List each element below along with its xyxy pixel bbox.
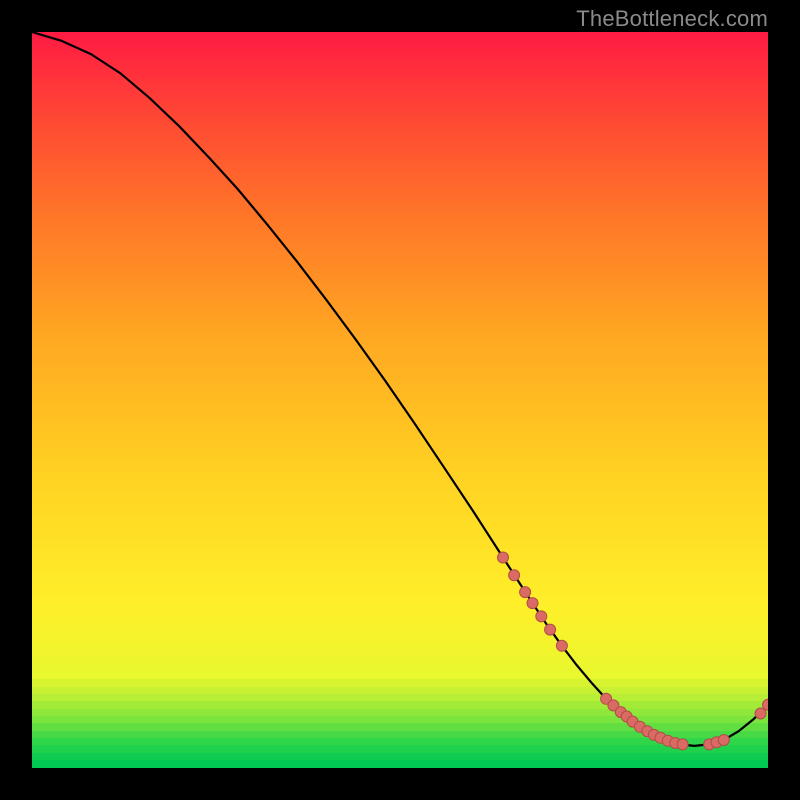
data-marker (498, 552, 509, 563)
marker-group (498, 552, 769, 750)
plot-area (32, 32, 768, 768)
data-marker (718, 735, 729, 746)
data-marker (527, 598, 538, 609)
data-marker (545, 624, 556, 635)
data-marker (509, 570, 520, 581)
bottleneck-curve-path (32, 32, 768, 746)
data-marker (556, 640, 567, 651)
data-marker (677, 739, 688, 750)
data-marker (520, 587, 531, 598)
chart-stage: TheBottleneck.com (0, 0, 800, 800)
watermark-label: TheBottleneck.com (576, 6, 768, 32)
chart-overlay (32, 32, 768, 768)
data-marker (536, 611, 547, 622)
data-marker (755, 708, 766, 719)
